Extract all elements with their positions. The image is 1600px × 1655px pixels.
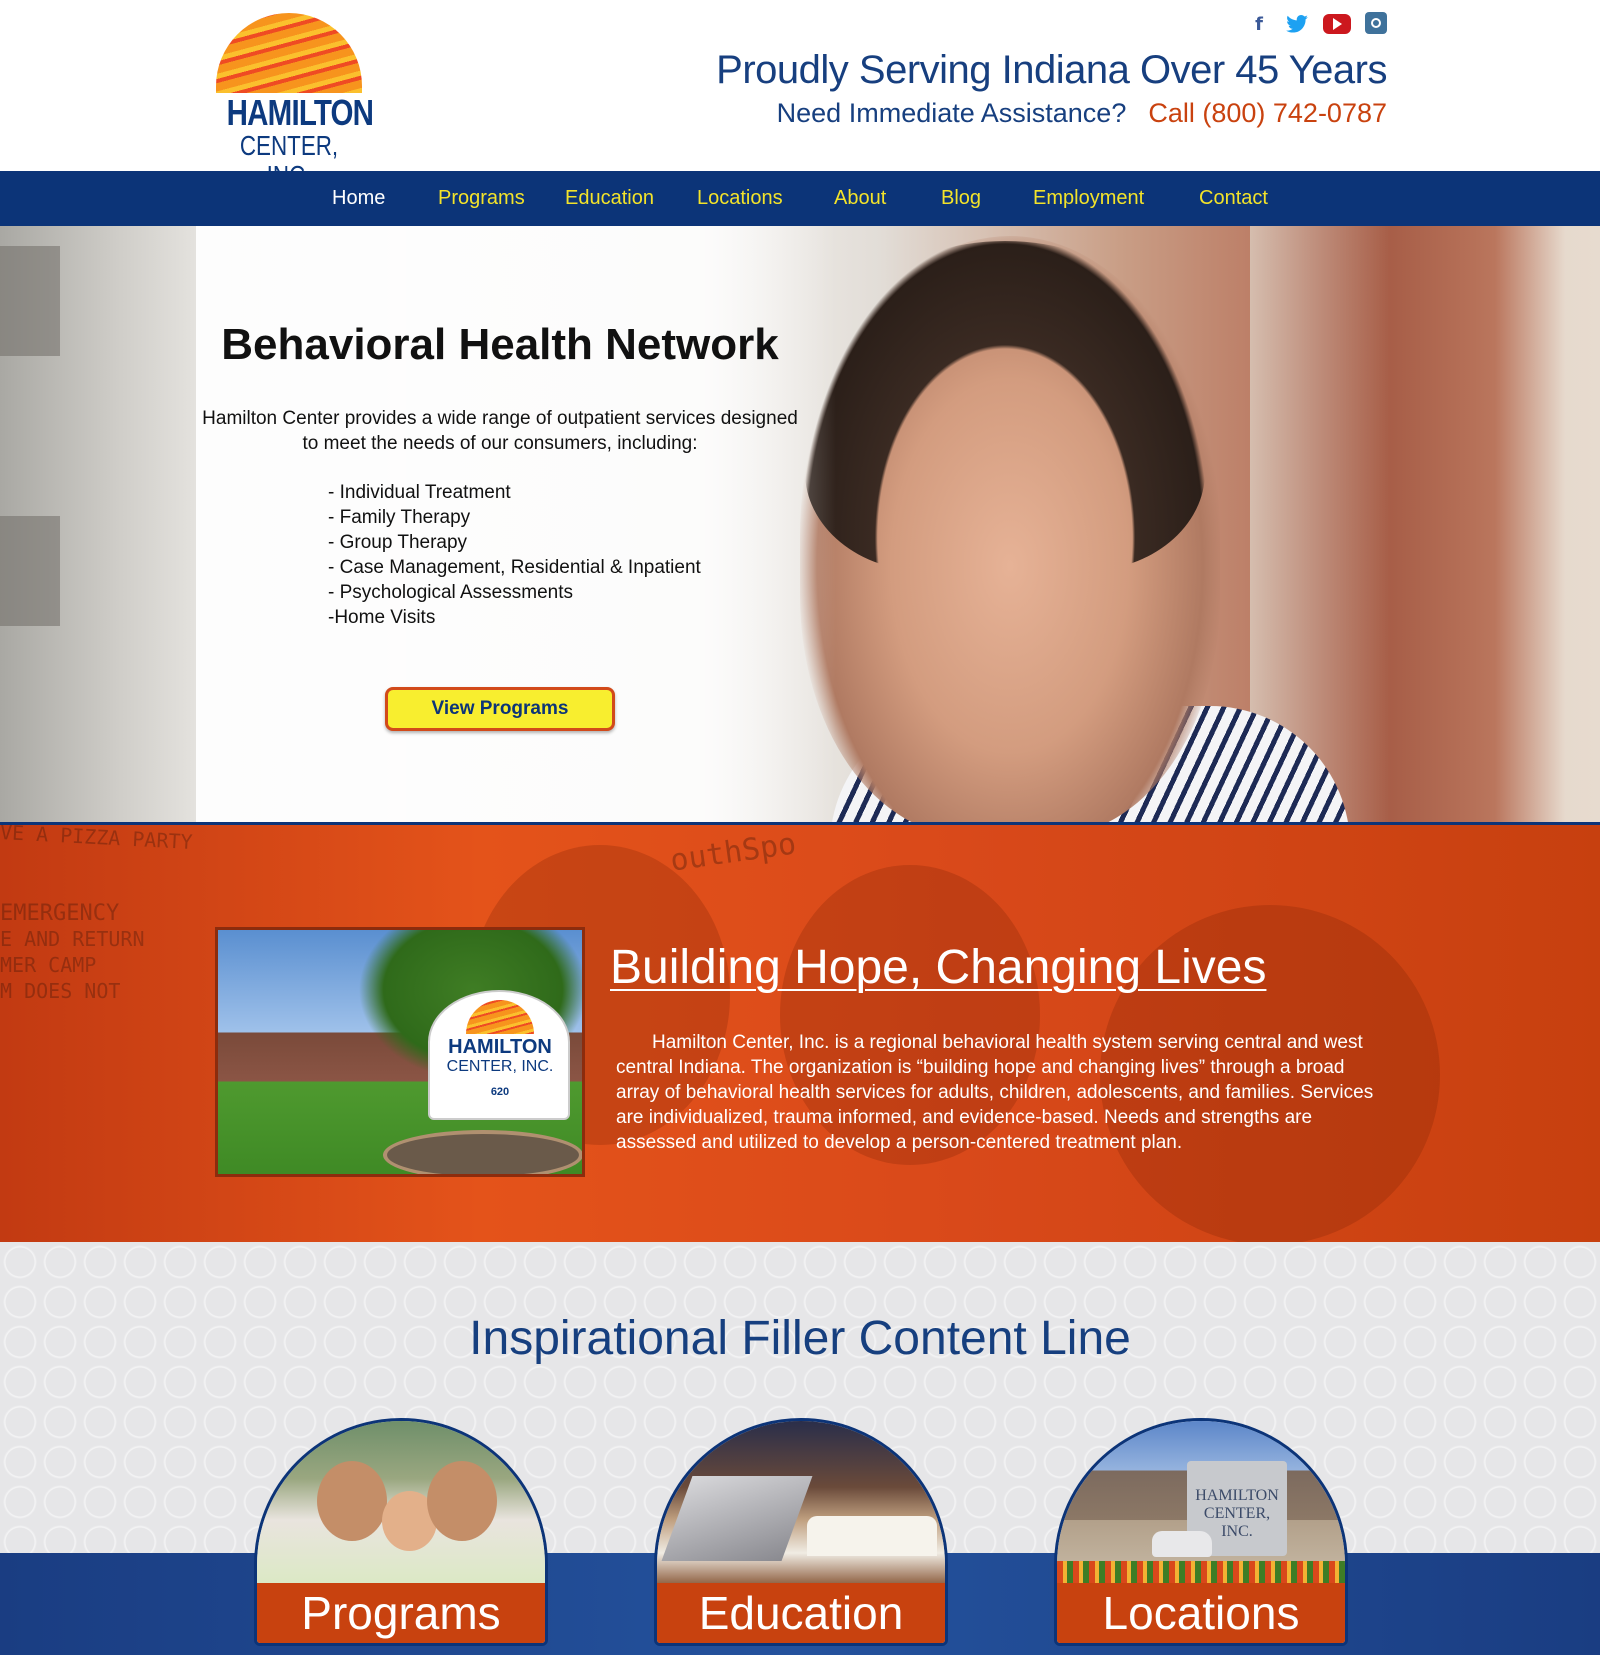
background-poster-text: EMERGENCY (0, 901, 120, 926)
feature-title: Inspirational Filler Content Line (469, 1312, 1131, 1365)
list-item: - Case Management, Residential & Inpatie… (328, 557, 701, 578)
sun-logo-icon (216, 13, 362, 93)
nav-blog[interactable]: Blog (941, 171, 981, 226)
card-frame: HAMILTON CENTER, INC. Locations (1054, 1418, 1348, 1646)
card-label: Education (657, 1583, 945, 1643)
background-poster-text: MER CAMP (0, 953, 97, 977)
hero-title: Behavioral Health Network (221, 320, 779, 369)
sun-logo-icon (466, 1000, 534, 1034)
list-item: - Psychological Assessments (328, 582, 573, 603)
assistance-line: Need Immediate Assistance? Call (800) 742… (777, 98, 1387, 129)
education-card[interactable]: Education (654, 1418, 948, 1646)
nav-locations[interactable]: Locations (697, 171, 783, 226)
sign-subtitle: CENTER, INC. (446, 1058, 554, 1075)
study-photo (657, 1421, 945, 1586)
center-sign: HAMILTON CENTER, INC. 620 (428, 990, 570, 1120)
list-item: - Individual Treatment (328, 482, 511, 503)
band-description: Hamilton Center, Inc. is a regional beha… (616, 1032, 1374, 1153)
sign-number: 620 (490, 1086, 510, 1098)
nav-contact[interactable]: Contact (1199, 171, 1268, 226)
background-poster-text: outhSpo (668, 826, 799, 879)
view-programs-button[interactable]: View Programs (385, 687, 615, 731)
list-item: -Home Visits (328, 607, 436, 628)
hero-banner: Behavioral Health Network Hamilton Cente… (0, 226, 1600, 822)
band-title-link[interactable]: Building Hope, Changing Lives (610, 940, 1266, 995)
flower-bed-shape (383, 1130, 582, 1174)
hero-portrait-hair (805, 241, 1205, 571)
youtube-icon[interactable] (1323, 14, 1351, 34)
programs-card[interactable]: Programs (254, 1418, 548, 1646)
site-tagline: Proudly Serving Indiana Over 45 Years (716, 48, 1387, 92)
background-poster-text: M DOES NOT (0, 979, 121, 1003)
book-shape (807, 1516, 937, 1556)
twitter-icon[interactable] (1285, 12, 1309, 36)
instagram-icon[interactable] (1365, 12, 1387, 34)
social-links: f (1247, 12, 1387, 36)
logo-title: HAMILTON (226, 92, 374, 133)
assistance-question: Need Immediate Assistance? (776, 98, 1127, 128)
sign-title: HAMILTON (448, 1036, 552, 1058)
car-shape (1152, 1531, 1212, 1557)
nav-home[interactable]: Home (332, 171, 385, 226)
laptop-shape (661, 1476, 813, 1561)
nav-about[interactable]: About (834, 171, 886, 226)
building-sign-photo: HAMILTON CENTER, INC. 620 (215, 927, 585, 1177)
facebook-icon[interactable]: f (1247, 12, 1271, 36)
hero-background-building (0, 226, 196, 822)
background-poster-text: VE A PIZZA PARTY (0, 822, 194, 855)
hero-background-brick-building (1250, 226, 1600, 822)
hamilton-logo[interactable]: HAMILTON CENTER, INC. (213, 13, 374, 191)
list-item: - Family Therapy (328, 507, 471, 528)
background-poster-text: E AND RETURN (0, 927, 145, 951)
locations-card[interactable]: HAMILTON CENTER, INC. Locations (1054, 1418, 1348, 1646)
person-shape (427, 1461, 497, 1541)
person-shape (317, 1461, 387, 1541)
card-label: Locations (1057, 1583, 1345, 1643)
office-photo: HAMILTON CENTER, INC. (1057, 1421, 1345, 1586)
about-band: VE A PIZZA PARTY EMERGENCY E AND RETURN … (0, 822, 1600, 1242)
call-phone-link[interactable]: Call (800) 742-0787 (1148, 98, 1387, 128)
card-label: Programs (257, 1583, 545, 1643)
card-frame: Programs (254, 1418, 548, 1646)
card-frame: Education (654, 1418, 948, 1646)
main-nav: Home Programs Education Locations About … (0, 171, 1600, 226)
services-list: - Individual Treatment - Family Therapy … (328, 480, 701, 630)
site-header: HAMILTON CENTER, INC. f Proudly Serving … (0, 0, 1600, 191)
list-item: - Group Therapy (328, 532, 468, 553)
hero-description: Hamilton Center provides a wide range of… (202, 408, 798, 454)
nav-programs[interactable]: Programs (438, 171, 525, 226)
nav-education[interactable]: Education (565, 171, 654, 226)
nav-employment[interactable]: Employment (1033, 171, 1144, 226)
family-photo (257, 1421, 545, 1586)
